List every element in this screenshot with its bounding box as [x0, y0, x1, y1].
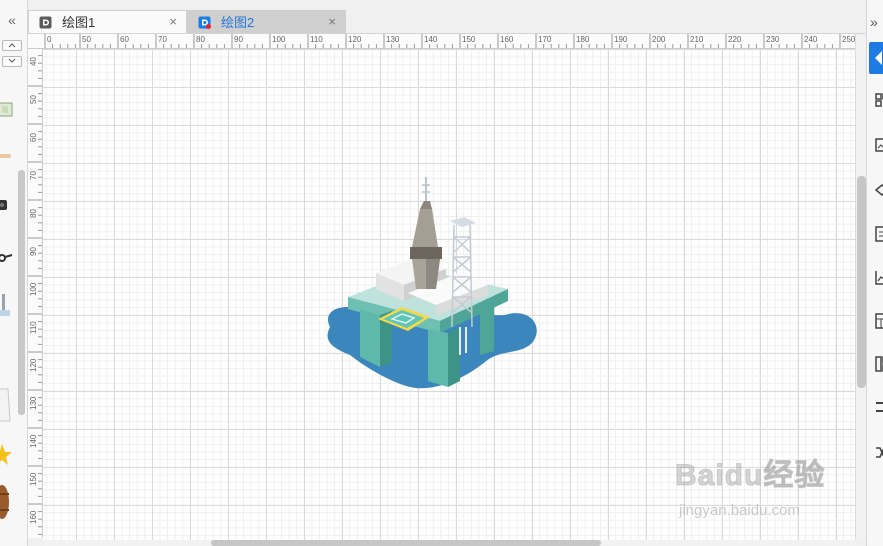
ruler-tick-label: 40	[29, 57, 38, 66]
shuffle-icon[interactable]	[875, 445, 883, 461]
ruler-tick-label: 110	[29, 321, 38, 334]
ruler-tick-label: 130	[29, 396, 38, 410]
ruler-tick-label: 90	[234, 35, 243, 44]
ruler-tick-label: 200	[652, 35, 666, 44]
ruler-tick-label: 0	[47, 35, 52, 44]
vertical-ruler: 40 50 60 70 80 90 100 110 120 130 140 150 160	[28, 48, 43, 538]
ruler-tick-label: 190	[614, 35, 628, 44]
ruler-tick-label: 150	[29, 472, 38, 486]
left-panel-scrollbar[interactable]	[18, 170, 25, 415]
shape-document-icon[interactable]	[0, 385, 14, 425]
scroll-down-button[interactable]	[2, 56, 22, 67]
style-icon	[875, 51, 882, 65]
shape-tower-icon[interactable]	[0, 290, 14, 320]
ruler-tick-label: 70	[29, 171, 38, 180]
table-icon[interactable]	[875, 313, 883, 329]
ruler-tick-label: 160	[29, 510, 38, 524]
tab-label: 绘图2	[221, 15, 255, 30]
shape-banknote-icon[interactable]	[0, 100, 14, 120]
ruler-tick-label: 110	[310, 35, 323, 44]
ruler-tick-label: 170	[538, 35, 552, 44]
style-tool-button[interactable]	[869, 42, 883, 74]
ruler-tick-label: 140	[29, 434, 38, 448]
ruler-tick-label: 60	[120, 35, 129, 44]
shape-stick-icon[interactable]	[0, 148, 14, 158]
image-icon[interactable]	[875, 138, 883, 152]
shape-star-icon[interactable]	[0, 440, 14, 470]
document-icon	[198, 16, 211, 29]
left-shapes-panel: «	[0, 0, 28, 546]
close-tab-icon[interactable]: ×	[328, 14, 336, 29]
document-tab-bar: 绘图1 × 绘图2 ×	[28, 0, 865, 34]
vertical-scrollbar-thumb[interactable]	[857, 176, 866, 388]
ruler-tick-label: 80	[196, 35, 205, 44]
ruler-tick-label: 220	[728, 35, 742, 44]
ruler-tick-label: 100	[29, 282, 38, 296]
ruler-tick-label: 90	[29, 247, 38, 256]
grid-icon[interactable]	[875, 93, 883, 107]
connector-icon[interactable]	[875, 400, 883, 414]
layers-icon[interactable]	[875, 183, 883, 197]
ruler-tick-label: 240	[804, 35, 818, 44]
ruler-tick-label: 250	[842, 35, 855, 44]
scroll-up-button[interactable]	[2, 40, 22, 51]
close-tab-icon[interactable]: ×	[169, 14, 177, 29]
oil-rig-shape[interactable]	[320, 177, 542, 395]
horizontal-ruler: 0 50 60 70 80 90 100 110 120 130 140 150 160 170 180 19…	[28, 34, 855, 49]
ruler-tick-label: 160	[500, 35, 514, 44]
chart-icon[interactable]	[875, 270, 883, 286]
ruler-tick-label: 100	[272, 35, 286, 44]
tab-drawing-1[interactable]: 绘图1 ×	[28, 10, 187, 33]
tab-drawing-2[interactable]: 绘图2 ×	[187, 10, 346, 33]
ruler-tick-label: 210	[690, 35, 704, 44]
document-icon	[39, 16, 52, 29]
horizontal-scrollbar-thumb[interactable]	[211, 540, 601, 546]
layout-icon[interactable]	[875, 356, 883, 372]
ruler-tick-label: 120	[348, 35, 362, 44]
ruler-tick-label: 150	[462, 35, 476, 44]
ruler-tick-label: 60	[29, 133, 38, 142]
shape-camera-icon[interactable]	[0, 195, 14, 215]
collapse-left-panel-button[interactable]: «	[3, 12, 21, 28]
collapse-right-panel-button[interactable]: »	[870, 14, 883, 30]
ruler-tick-label: 50	[29, 95, 38, 104]
ruler-tick-label: 80	[29, 209, 38, 218]
drawing-canvas[interactable]	[43, 49, 855, 540]
ruler-tick-label: 70	[158, 35, 167, 44]
right-toolbar: »	[866, 0, 883, 546]
ruler-tick-label: 230	[766, 35, 780, 44]
ruler-tick-label: 130	[386, 35, 400, 44]
ruler-tick-label: 120	[29, 358, 38, 372]
shape-glasses-icon[interactable]	[0, 248, 14, 268]
tab-label: 绘图1	[62, 15, 96, 30]
shape-barrel-icon[interactable]	[0, 482, 14, 522]
ruler-tick-label: 50	[82, 35, 91, 44]
horizontal-scrollbar[interactable]	[43, 540, 855, 546]
ruler-tick-label: 140	[424, 35, 438, 44]
page-icon[interactable]	[875, 226, 883, 242]
ruler-tick-label: 180	[576, 35, 590, 44]
